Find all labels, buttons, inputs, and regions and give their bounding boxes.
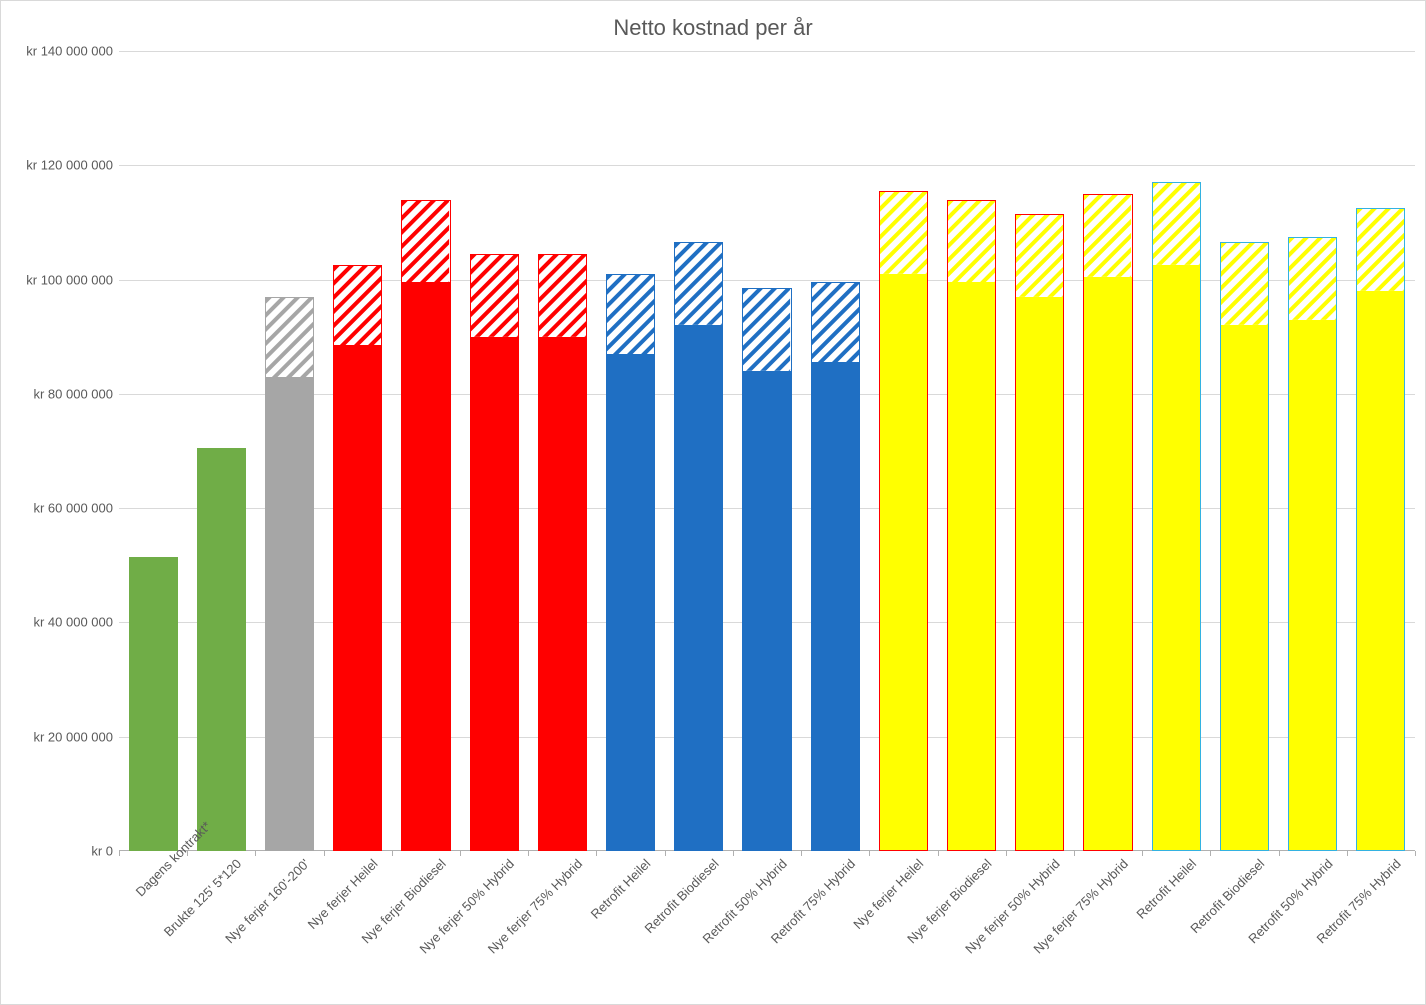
y-tick-label: kr 40 000 000 — [33, 615, 113, 630]
y-tick-label: kr 100 000 000 — [26, 272, 113, 287]
bar-4 — [401, 200, 450, 851]
bar-seg-extra — [333, 265, 382, 345]
bar-9 — [742, 288, 791, 851]
bar-seg-base — [674, 325, 723, 851]
gridline — [119, 165, 1415, 166]
bar-seg-base — [742, 371, 791, 851]
bar-1 — [197, 448, 246, 851]
bar-seg-extra — [470, 254, 519, 337]
bar-16 — [1220, 242, 1269, 851]
bar-seg-extra — [1356, 208, 1405, 291]
chart-frame: Netto kostnad per år kr 0kr 20 000 000kr… — [0, 0, 1426, 1005]
bar-12 — [947, 200, 996, 851]
bar-seg-base — [197, 448, 246, 851]
bar-seg-base — [1356, 291, 1405, 851]
y-axis-labels: kr 0 kr 20 000 000 kr 40 000 000 kr 60 000 … — [1, 1, 119, 1004]
bar-17 — [1288, 237, 1337, 851]
bar-seg-extra — [811, 282, 860, 362]
x-axis-labels: Dagens kontrakt*Brukte 125' 5*120Nye fer… — [119, 856, 1415, 1005]
bar-seg-extra — [1083, 194, 1132, 277]
y-tick-label: kr 0 — [91, 844, 113, 859]
bar-6 — [538, 254, 587, 851]
bar-13 — [1015, 214, 1064, 851]
bar-2 — [265, 297, 314, 851]
bar-seg-extra — [265, 297, 314, 377]
bar-7 — [606, 274, 655, 851]
bar-seg-base — [470, 337, 519, 851]
bar-seg-base — [538, 337, 587, 851]
plot-area — [119, 51, 1415, 851]
bar-seg-base — [1083, 277, 1132, 851]
bar-seg-extra — [947, 200, 996, 283]
bar-seg-base — [879, 274, 928, 851]
bar-seg-extra — [1015, 214, 1064, 297]
y-tick-label: kr 20 000 000 — [33, 729, 113, 744]
bar-seg-extra — [1220, 242, 1269, 325]
bar-seg-extra — [674, 242, 723, 325]
bar-seg-base — [1288, 320, 1337, 851]
bar-10 — [811, 282, 860, 851]
y-tick-label: kr 60 000 000 — [33, 501, 113, 516]
y-tick-label: kr 80 000 000 — [33, 386, 113, 401]
bar-seg-base — [129, 557, 178, 851]
bar-8 — [674, 242, 723, 851]
chart-title: Netto kostnad per år — [1, 15, 1425, 41]
x-tick — [1415, 851, 1416, 856]
bar-seg-extra — [1152, 182, 1201, 265]
bar-15 — [1152, 182, 1201, 851]
bar-seg-extra — [538, 254, 587, 337]
bar-18 — [1356, 208, 1405, 851]
bar-seg-base — [1220, 325, 1269, 851]
bar-seg-base — [606, 354, 655, 851]
bar-seg-base — [401, 282, 450, 851]
bar-3 — [333, 265, 382, 851]
bar-seg-extra — [742, 288, 791, 371]
bar-seg-extra — [606, 274, 655, 354]
x-label: Nye ferjer 160'-200' — [173, 856, 313, 996]
bar-14 — [1083, 194, 1132, 851]
bar-seg-base — [1015, 297, 1064, 851]
y-tick-label: kr 140 000 000 — [26, 44, 113, 59]
bar-seg-extra — [1288, 237, 1337, 320]
bar-11 — [879, 191, 928, 851]
bar-5 — [470, 254, 519, 851]
bar-seg-base — [333, 345, 382, 851]
bar-0 — [129, 557, 178, 851]
y-tick-label: kr 120 000 000 — [26, 158, 113, 173]
x-label: Retrofit Heilel — [432, 856, 1199, 1005]
x-label: Dagens kontrakt* — [133, 856, 176, 899]
bar-seg-base — [265, 377, 314, 851]
gridline — [119, 51, 1415, 52]
bar-seg-extra — [879, 191, 928, 274]
bar-seg-base — [811, 362, 860, 851]
bar-seg-base — [1152, 265, 1201, 851]
bar-seg-base — [947, 282, 996, 851]
bar-seg-extra — [401, 200, 450, 283]
